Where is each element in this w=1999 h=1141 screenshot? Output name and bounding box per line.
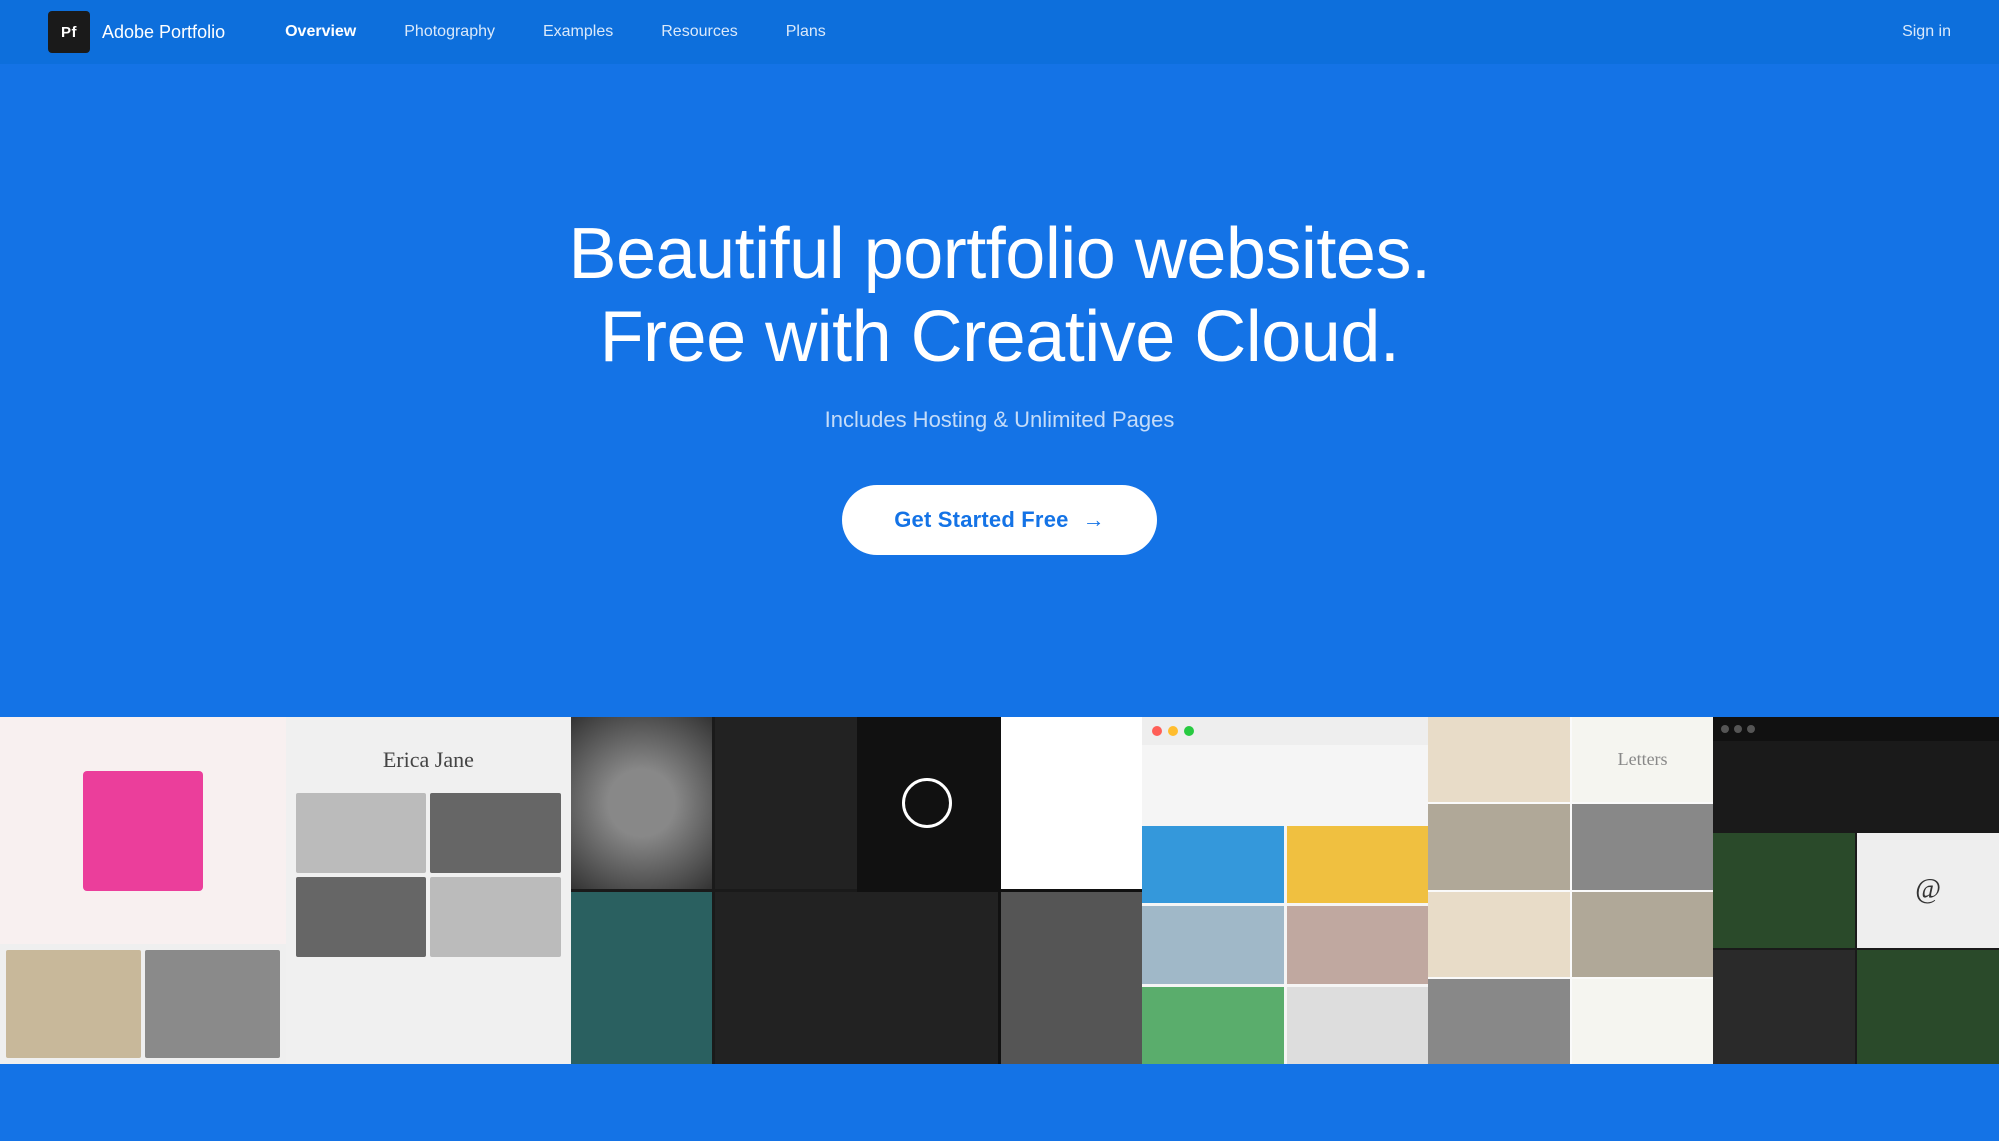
hero-headline-line1: Beautiful portfolio websites. (569, 214, 1431, 294)
cta-arrow: → (1083, 507, 1105, 533)
hero-section: Beautiful portfolio websites. Free with … (0, 64, 1999, 664)
portfolio-preview-1 (0, 714, 286, 1064)
portfolio-preview-7: @ (1713, 714, 1999, 1064)
cta-label: Get Started Free (894, 507, 1068, 533)
nav-plans[interactable]: Plans (786, 23, 826, 41)
logo-letters: Pf (61, 24, 77, 41)
signin-link[interactable]: Sign in (1902, 23, 1951, 41)
nav-links: Overview Photography Examples Resources … (285, 23, 1902, 41)
portfolio-preview-5 (1142, 714, 1428, 1064)
navbar: Pf Adobe Portfolio Overview Photography … (0, 0, 1999, 64)
brand-name: Adobe Portfolio (102, 22, 225, 43)
portfolio-preview-4: RobinBoyd (857, 714, 1143, 1064)
get-started-button[interactable]: Get Started Free → (842, 485, 1157, 555)
nav-resources[interactable]: Resources (661, 23, 737, 41)
nav-photography[interactable]: Photography (404, 23, 495, 41)
nav-examples[interactable]: Examples (543, 23, 613, 41)
hero-subtext: Includes Hosting & Unlimited Pages (825, 407, 1175, 433)
logo-icon: Pf (48, 11, 90, 53)
portfolio-strip: Erica Jane RobinBoyd (0, 664, 1999, 1064)
portfolio-preview-3 (571, 714, 857, 1064)
hero-headline-line2: Free with Creative Cloud. (600, 297, 1400, 377)
nav-overview[interactable]: Overview (285, 23, 356, 41)
portfolio-preview-6: Letters (1428, 714, 1714, 1064)
brand[interactable]: Pf Adobe Portfolio (48, 11, 225, 53)
portfolio-preview-2: Erica Jane (286, 714, 572, 1064)
hero-headline: Beautiful portfolio websites. Free with … (569, 213, 1431, 379)
